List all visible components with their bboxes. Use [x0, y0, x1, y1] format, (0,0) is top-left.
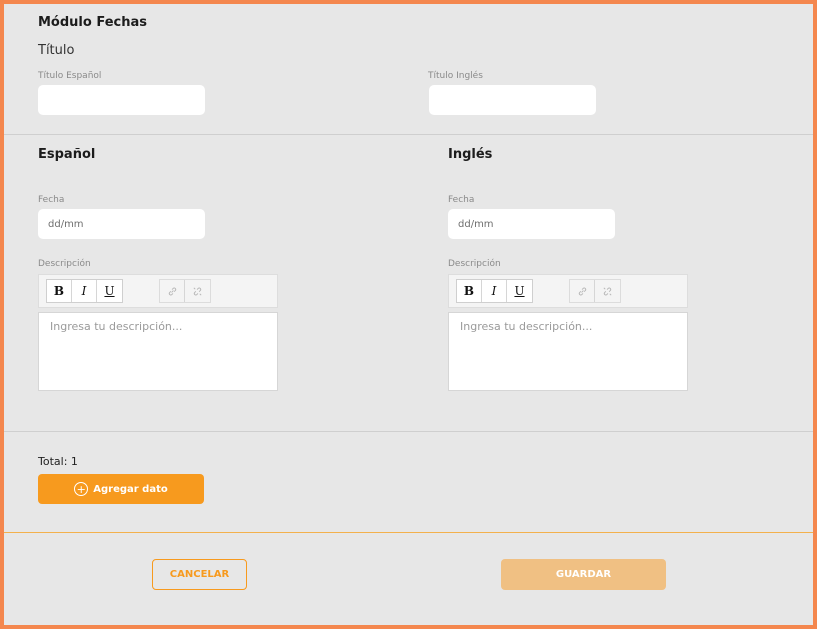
format-button-group: B I U	[456, 279, 533, 303]
spanish-column-title: Español	[38, 147, 96, 162]
total-count: Total: 1	[38, 455, 78, 468]
link-button-group	[159, 279, 211, 303]
titulo-spanish-label: Título Español	[38, 71, 102, 81]
format-button-group: B I U	[46, 279, 123, 303]
unlink-icon	[603, 287, 612, 295]
titulo-english-label: Título Inglés	[428, 71, 483, 81]
add-data-label: Agregar dato	[93, 483, 168, 495]
spanish-date-label: Fecha	[38, 195, 65, 205]
titulo-section-label: Título	[38, 43, 75, 58]
english-description-label: Descripción	[448, 259, 501, 269]
link-button[interactable]	[160, 280, 185, 302]
save-button[interactable]: GUARDAR	[501, 559, 666, 590]
spanish-description-label: Descripción	[38, 259, 91, 269]
section-divider	[4, 134, 813, 135]
bold-button[interactable]: B	[47, 280, 72, 302]
actions-divider	[4, 532, 813, 533]
unlink-button[interactable]	[185, 280, 210, 302]
spanish-editor-toolbar: B I U	[38, 274, 278, 308]
titulo-english-input[interactable]	[429, 85, 596, 115]
titulo-spanish-input[interactable]	[38, 85, 205, 115]
underline-button[interactable]: U	[97, 280, 122, 302]
english-column-title: Inglés	[448, 147, 493, 162]
link-icon	[168, 287, 176, 295]
spanish-date-input[interactable]	[38, 209, 205, 239]
link-icon	[578, 287, 586, 295]
module-title: Módulo Fechas	[38, 15, 147, 30]
english-editor-toolbar: B I U	[448, 274, 688, 308]
underline-button[interactable]: U	[507, 280, 532, 302]
footer-divider	[4, 431, 813, 432]
italic-button[interactable]: I	[482, 280, 507, 302]
modal-frame: Módulo Fechas Título Título Español Títu…	[0, 0, 817, 629]
plus-circle-icon: +	[74, 482, 89, 496]
english-description-editor[interactable]	[448, 312, 688, 391]
cancel-button[interactable]: CANCELAR	[152, 559, 247, 590]
english-date-label: Fecha	[448, 195, 475, 205]
spanish-description-editor[interactable]	[38, 312, 278, 391]
add-data-button[interactable]: + Agregar dato	[38, 474, 204, 504]
unlink-button[interactable]	[595, 280, 620, 302]
link-button[interactable]	[570, 280, 595, 302]
link-button-group	[569, 279, 621, 303]
italic-button[interactable]: I	[72, 280, 97, 302]
unlink-icon	[193, 287, 202, 295]
bold-button[interactable]: B	[457, 280, 482, 302]
english-date-input[interactable]	[448, 209, 615, 239]
